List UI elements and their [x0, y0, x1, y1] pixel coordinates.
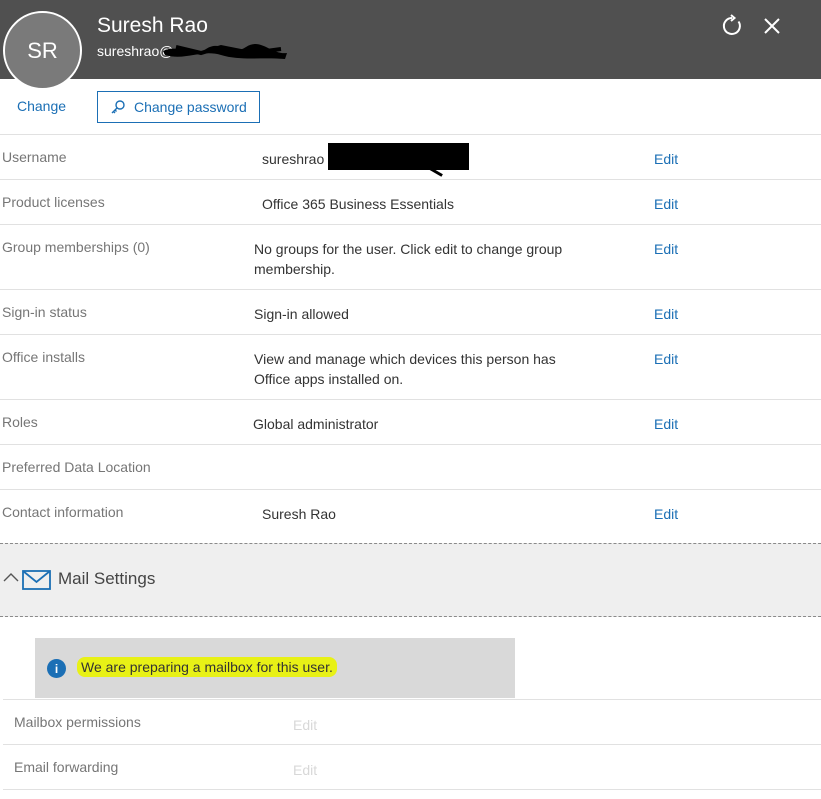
mail-settings-section: Mail Settings	[0, 543, 821, 617]
detail-row-product-licenses: Product licenses Office 365 Business Ess…	[0, 179, 821, 224]
close-icon	[764, 18, 780, 34]
mail-icon	[22, 570, 51, 590]
chevron-up-icon	[3, 573, 19, 582]
row-label: Username	[2, 149, 67, 165]
divider	[3, 789, 821, 790]
detail-row-roles: Roles Global administrator Edit	[0, 399, 821, 444]
user-panel-header: Suresh Rao sureshrao@	[0, 0, 821, 79]
mail-settings-title: Mail Settings	[58, 569, 156, 588]
row-label: Contact information	[2, 504, 124, 520]
change-photo-link[interactable]: Change	[17, 98, 66, 114]
roles-value: Global administrator	[253, 416, 379, 432]
username-value: sureshrao	[262, 151, 325, 167]
row-label: Roles	[2, 414, 38, 430]
collapse-toggle[interactable]	[2, 569, 20, 587]
row-label: Product licenses	[2, 194, 105, 210]
row-label: Email forwarding	[14, 759, 119, 775]
mail-row-email-forwarding: Email forwarding Edit	[3, 744, 821, 789]
refresh-button[interactable]	[718, 12, 746, 40]
mailbox-info-banner: i We are preparing a mailbox for this us…	[35, 638, 515, 698]
row-label: Group memberships (0)	[2, 239, 150, 255]
row-label: Mailbox permissions	[14, 714, 141, 730]
mail-row-mailbox-permissions: Mailbox permissions Edit	[3, 699, 821, 744]
mailbox-info-message: We are preparing a mailbox for this user…	[77, 657, 337, 677]
office-installs-value: View and manage which devices this perso…	[254, 351, 556, 387]
product-licenses-value: Office 365 Business Essentials	[262, 196, 454, 212]
detail-row-username: Username sureshrao Edit	[0, 134, 821, 179]
edit-contact-information-link[interactable]: Edit	[654, 506, 678, 522]
edit-roles-link[interactable]: Edit	[654, 416, 678, 432]
edit-username-link[interactable]: Edit	[654, 151, 678, 167]
change-password-label: Change password	[134, 99, 247, 115]
detail-row-preferred-data-location: Preferred Data Location	[0, 444, 821, 489]
sign-in-status-value: Sign-in allowed	[254, 306, 349, 322]
edit-product-licenses-link[interactable]: Edit	[654, 196, 678, 212]
edit-group-memberships-link[interactable]: Edit	[654, 241, 678, 257]
edit-mailbox-permissions-link: Edit	[293, 717, 318, 733]
detail-row-group-memberships: Group memberships (0) No groups for the …	[0, 224, 821, 289]
user-display-name: Suresh Rao	[97, 14, 208, 37]
user-email-container: sureshrao@	[97, 43, 287, 63]
row-label: Preferred Data Location	[2, 459, 151, 475]
detail-row-contact-information: Contact information Suresh Rao Edit	[0, 489, 821, 543]
refresh-icon	[722, 14, 741, 35]
row-label: Sign-in status	[2, 304, 87, 320]
detail-row-sign-in-status: Sign-in status Sign-in allowed Edit	[0, 289, 821, 334]
group-memberships-value: No groups for the user. Click edit to ch…	[254, 241, 563, 277]
redaction-scribble	[163, 43, 287, 59]
contact-information-value: Suresh Rao	[262, 506, 336, 522]
avatar: SR	[3, 11, 82, 90]
edit-sign-in-status-link[interactable]: Edit	[654, 306, 678, 322]
edit-office-installs-link[interactable]: Edit	[654, 351, 678, 367]
detail-row-office-installs: Office installs View and manage which de…	[0, 334, 821, 399]
redaction-box	[328, 143, 469, 177]
row-label: Office installs	[2, 349, 85, 365]
close-button[interactable]	[758, 12, 786, 40]
change-password-button[interactable]: Change password	[97, 91, 260, 123]
edit-email-forwarding-link: Edit	[293, 762, 318, 778]
info-icon: i	[47, 659, 66, 678]
key-icon	[111, 100, 125, 114]
